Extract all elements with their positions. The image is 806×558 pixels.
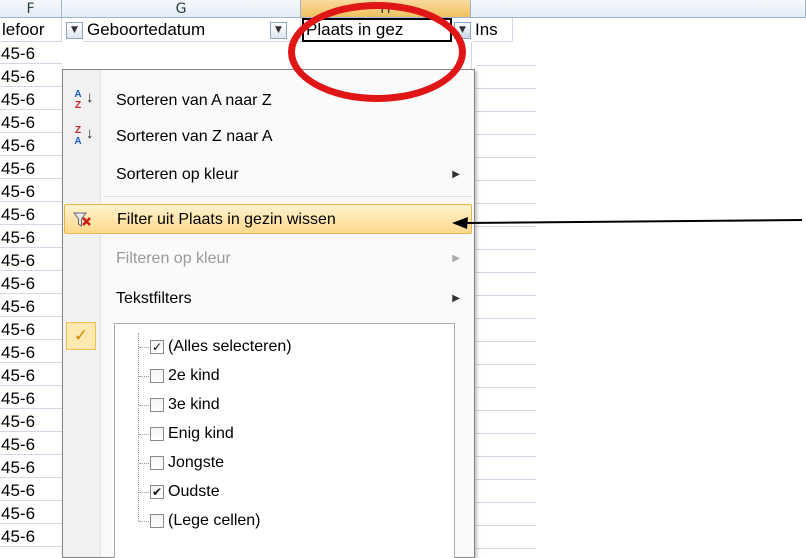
- grid-line: [476, 203, 536, 204]
- filter-dropdown-geboortedatum[interactable]: ▼: [270, 22, 287, 39]
- cell-telefoon[interactable]: 45-6: [0, 365, 62, 386]
- filter-checkbox[interactable]: [150, 398, 164, 412]
- cell-telefoon[interactable]: 45-6: [0, 411, 62, 432]
- column-header-g[interactable]: G: [62, 0, 301, 18]
- menu-item-text-filters[interactable]: Tekstfilters ▶: [64, 284, 472, 314]
- cell-telefoon[interactable]: 45-6: [0, 342, 62, 363]
- filter-checkbox[interactable]: [150, 369, 164, 383]
- menu-item-sort-color[interactable]: Sorteren op kleur ▶: [64, 160, 472, 190]
- cell-telefoon[interactable]: 45-6: [0, 204, 62, 225]
- checkmark-icon: ✓: [66, 322, 96, 350]
- cell-telefoon[interactable]: 45-6: [0, 480, 62, 501]
- grid-line: [476, 502, 536, 503]
- menu-item-filter-color: Filteren op kleur ▶: [64, 244, 472, 274]
- grid-line: [476, 272, 536, 273]
- menu-item-label: Sorteren van Z naar A: [116, 128, 273, 145]
- grid-line: [476, 88, 536, 89]
- filter-value-label[interactable]: Jongste: [168, 454, 224, 472]
- submenu-arrow-icon: ▶: [452, 293, 460, 304]
- grid-line: [476, 364, 536, 365]
- cell-telefoon[interactable]: 45-6: [0, 526, 62, 547]
- cell-telefoon[interactable]: 45-6: [0, 112, 62, 133]
- menu-separator: [103, 196, 472, 197]
- menu-item-label: Sorteren op kleur: [116, 166, 239, 183]
- filter-value-label[interactable]: Enig kind: [168, 425, 234, 443]
- filter-checkbox[interactable]: [150, 427, 164, 441]
- cell-telefoon[interactable]: 45-6: [0, 388, 62, 409]
- annotation-arrow: [452, 217, 803, 229]
- filter-value-label[interactable]: (Lege cellen): [168, 512, 261, 530]
- tree-connector: [139, 405, 149, 406]
- header-cell-geboortedatum[interactable]: Geboortedatum: [83, 18, 301, 42]
- cell-telefoon[interactable]: 45-6: [0, 457, 62, 478]
- filter-value-label[interactable]: 3e kind: [168, 396, 220, 414]
- cell-telefoon[interactable]: 45-6: [0, 273, 62, 294]
- sort-descending-icon: Z A ↓: [74, 125, 94, 147]
- grid-line: [476, 180, 536, 181]
- cell-telefoon[interactable]: 45-6: [0, 227, 62, 248]
- column-header-f[interactable]: F: [0, 0, 62, 18]
- cell-telefoon[interactable]: 45-6: [0, 66, 62, 87]
- cell-telefoon[interactable]: 45-6: [0, 181, 62, 202]
- filter-checkbox[interactable]: ✓: [150, 340, 164, 354]
- clear-filter-icon: [73, 210, 93, 240]
- cell-telefoon[interactable]: 45-6: [0, 434, 62, 455]
- grid-line: [476, 410, 536, 411]
- tree-connector: [139, 347, 149, 348]
- grid-line: [476, 249, 536, 250]
- cell-telefoon[interactable]: 45-6: [0, 319, 62, 340]
- tree-connector: [139, 492, 149, 493]
- cell-telefoon[interactable]: 45-6: [0, 89, 62, 110]
- grid-line: [476, 157, 536, 158]
- annotation-highlight-circle: [288, 2, 466, 102]
- grid-line: [476, 134, 536, 135]
- grid-line: [476, 318, 536, 319]
- submenu-arrow-icon: ▶: [452, 169, 460, 180]
- grid-line: [476, 548, 536, 549]
- filter-value-label[interactable]: (Alles selecteren): [168, 338, 292, 356]
- header-cell-telefoon[interactable]: lefoor: [0, 18, 62, 42]
- menu-item-clear-filter[interactable]: Filter uit Plaats in gezin wissen: [64, 204, 472, 234]
- cell-telefoon[interactable]: 45-6: [0, 250, 62, 271]
- cell-telefoon[interactable]: 45-6: [0, 503, 62, 524]
- filter-value-label[interactable]: 2e kind: [168, 367, 220, 385]
- sort-ascending-icon: A Z ↓: [74, 89, 94, 111]
- filter-checkbox[interactable]: ✔: [150, 485, 164, 499]
- menu-item-label: Filter uit Plaats in gezin wissen: [117, 211, 336, 228]
- tree-connector: [139, 434, 149, 435]
- grid-line: [476, 525, 536, 526]
- grid-line: [476, 433, 536, 434]
- filter-values-list[interactable]: [114, 323, 455, 558]
- header-cell-next[interactable]: Ins: [473, 18, 513, 42]
- menu-item-label: Sorteren van A naar Z: [116, 92, 272, 109]
- cell-telefoon[interactable]: 45-6: [0, 296, 62, 317]
- tree-connector: [139, 376, 149, 377]
- cell-telefoon[interactable]: 45-6: [0, 135, 62, 156]
- grid-line: [476, 387, 536, 388]
- tree-connector: [139, 521, 149, 522]
- filter-checkbox[interactable]: [150, 514, 164, 528]
- submenu-arrow-icon: ▶: [452, 253, 460, 264]
- grid-line: [476, 341, 536, 342]
- menu-item-sort-za[interactable]: Z A ↓ Sorteren van Z naar A: [64, 122, 472, 152]
- cell-telefoon[interactable]: 45-6: [0, 158, 62, 179]
- filter-value-label[interactable]: Oudste: [168, 483, 220, 501]
- grid-line: [476, 456, 536, 457]
- menu-item-label: Tekstfilters: [116, 290, 192, 307]
- filter-checkbox[interactable]: [150, 456, 164, 470]
- grid-line: [476, 111, 536, 112]
- column-header-i[interactable]: [471, 0, 806, 18]
- grid-line: [476, 295, 536, 296]
- menu-item-label: Filteren op kleur: [116, 250, 231, 267]
- grid-line: [476, 479, 536, 480]
- cell-telefoon[interactable]: 45-6: [0, 43, 62, 64]
- grid-line: [476, 65, 536, 66]
- tree-connector: [139, 463, 149, 464]
- filter-dropdown-telefoon[interactable]: ▼: [66, 22, 83, 39]
